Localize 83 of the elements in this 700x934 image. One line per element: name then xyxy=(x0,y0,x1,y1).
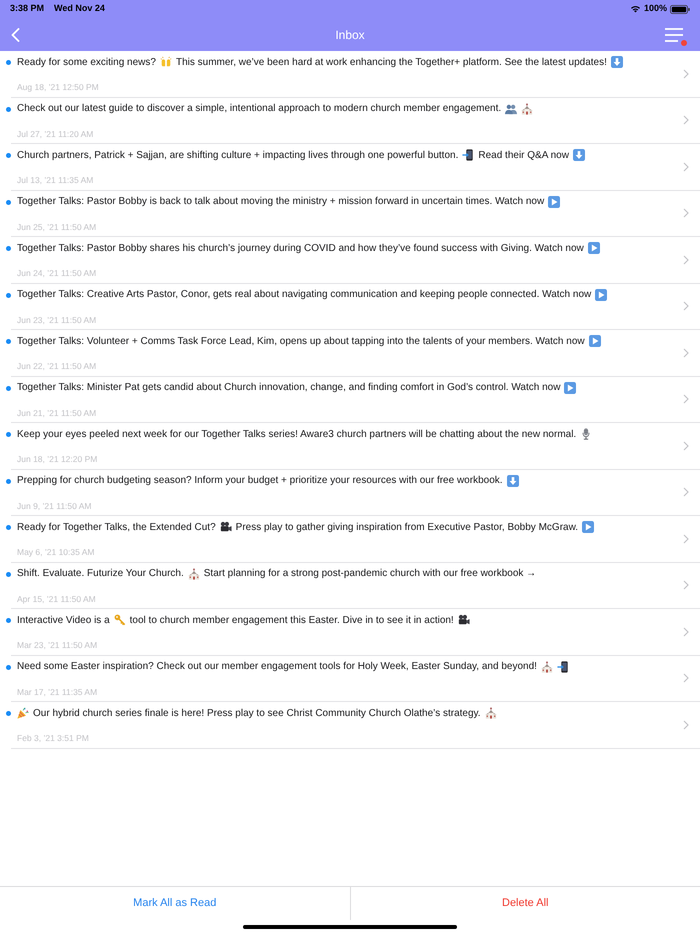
message-text: Together Talks: Pastor Bobby shares his church’s journey during COVID and how they’ve found success with Giving. Watch now xyxy=(17,242,584,256)
church-icon xyxy=(521,102,534,114)
message-text: Together Talks: Pastor Bobby is back to talk about moving the ministry + mission forward in uncertain times. Watch now xyxy=(17,195,544,209)
message-date: Jun 9, ’21 11:50 AM xyxy=(17,500,92,512)
status-date: Wed Nov 24 xyxy=(54,2,105,16)
message-text: Together Talks: Creative Arts Pastor, Conor, gets real about navigating communication and keeping people connected. Watch now xyxy=(17,288,592,302)
menu-icon xyxy=(665,28,683,42)
message-date: Jun 25, ’21 11:50 AM xyxy=(17,220,96,234)
raised-hands-icon xyxy=(160,56,172,68)
message-text: Read their Q&A now xyxy=(478,148,569,162)
message-text: Start planning for a strong post-pandemic church with our free workbook → xyxy=(204,567,536,581)
message-text: Check out our latest guide to discover a simple, intentional approach to modern church member engagement. xyxy=(17,102,502,116)
battery-percent: 100% xyxy=(644,2,667,16)
chevron-right-icon[interactable] xyxy=(683,487,689,498)
message-date: Mar 17, ’21 11:35 AM xyxy=(17,686,98,698)
church-icon xyxy=(484,707,497,719)
message-date: Jun 22, ’21 11:50 AM xyxy=(17,360,96,373)
down-arrow-icon xyxy=(572,149,585,161)
microphone-icon xyxy=(580,428,592,440)
chevron-right-icon[interactable] xyxy=(683,673,689,684)
chevron-right-icon[interactable] xyxy=(683,162,689,172)
message-date: Mar 23, ’21 11:50 AM xyxy=(17,639,98,652)
play-icon xyxy=(595,288,608,300)
message-date: Aug 18, ’21 12:50 PM xyxy=(17,81,99,94)
chevron-right-icon[interactable] xyxy=(683,68,689,79)
battery-icon xyxy=(670,4,690,14)
message-text: Shift. Evaluate. Futurize Your Church. xyxy=(17,567,184,581)
play-icon xyxy=(564,382,576,394)
message-text: Keep your eyes peeled next week for our Together Talks series! Aware3 church partners will be chatting about the new normal. xyxy=(17,428,576,442)
message-text: Press play to gather giving inspiration from Executive Pastor, Bobby McGraw. xyxy=(236,520,578,534)
church-icon xyxy=(540,660,553,672)
message-text: Need some Easter inspiration? Check out our member engagement tools for Holy Week, Easter Sunday, and beyond! xyxy=(17,660,537,674)
chevron-right-icon[interactable] xyxy=(683,580,689,590)
down-arrow-icon xyxy=(506,474,519,486)
footer-action-button[interactable]: Delete All xyxy=(350,887,700,920)
status-time: 3:38 PM xyxy=(10,2,44,16)
message-date: Jun 23, ’21 11:50 AM xyxy=(17,314,96,326)
message-text: Prepping for church budgeting season? Inform your budget + prioritize your resources with our free workbook. xyxy=(17,474,503,488)
church-icon xyxy=(188,568,200,580)
message-date: Jun 21, ’21 11:50 AM xyxy=(17,406,96,420)
nav-title: Inbox xyxy=(335,26,365,44)
message-text: Ready for Together Talks, the Extended Cut? xyxy=(17,520,216,534)
movie-camera-icon xyxy=(220,521,232,533)
message-text: Church partners, Patrick + Sajjan, are shifting culture + impacting lives through one powerful button. xyxy=(17,148,458,162)
chevron-right-icon[interactable] xyxy=(683,626,689,637)
footer-action-button[interactable]: Mark All as Read xyxy=(0,887,350,920)
message-text: Our hybrid church series finale is here! Press play to see Christ Community Church Olathe’s strategy. xyxy=(33,706,481,720)
message-date: Jul 13, ’21 11:35 AM xyxy=(17,174,94,187)
chevron-right-icon[interactable] xyxy=(683,394,689,404)
play-icon xyxy=(588,242,600,254)
message-text: Together Talks: Minister Pat gets candid about Church innovation, change, and finding comfort in God’s control. Watch now xyxy=(17,381,560,395)
wifi-icon xyxy=(630,5,641,13)
phone-arrow-icon xyxy=(556,660,569,672)
key-icon xyxy=(114,614,126,626)
menu-button[interactable] xyxy=(664,26,684,44)
chevron-right-icon[interactable] xyxy=(683,301,689,312)
message-text: Ready for some exciting news? xyxy=(17,56,156,70)
message-text: Together Talks: Volunteer + Comms Task Force Lead, Kim, opens up about tapping into the talents of your members. Watch now xyxy=(17,334,585,348)
play-icon xyxy=(548,196,560,208)
message-date: Jun 18, ’21 12:20 PM xyxy=(17,453,98,466)
people-icon xyxy=(505,102,518,114)
chevron-right-icon[interactable] xyxy=(683,115,689,126)
chevron-right-icon[interactable] xyxy=(683,534,689,544)
movie-camera-icon xyxy=(458,614,470,626)
chevron-right-icon[interactable] xyxy=(683,254,689,265)
chevron-right-icon[interactable] xyxy=(683,440,689,451)
play-icon xyxy=(582,521,594,533)
chevron-right-icon[interactable] xyxy=(683,208,689,218)
play-icon xyxy=(588,335,601,347)
message-date: Jul 27, ’21 11:20 AM xyxy=(17,128,94,140)
message-date: May 6, ’21 10:35 AM xyxy=(17,546,94,559)
message-date: Apr 15, ’21 11:50 AM xyxy=(17,592,96,606)
message-text: tool to church member engagement this Easter. Dive in to see it in action! xyxy=(130,614,454,628)
chevron-right-icon[interactable] xyxy=(683,348,689,358)
message-date: Jun 24, ’21 11:50 AM xyxy=(17,267,96,280)
back-chevron-icon xyxy=(10,28,20,42)
message-text: This summer, we’ve been hard at work enhancing the Together+ platform. See the latest updates! xyxy=(176,56,607,70)
party-popper-icon xyxy=(17,707,29,719)
message-text: Interactive Video is a xyxy=(17,614,110,628)
message-date: Feb 3, ’21 3:51 PM xyxy=(17,732,89,745)
chevron-right-icon[interactable] xyxy=(683,720,689,730)
down-arrow-icon xyxy=(610,56,623,68)
phone-arrow-icon xyxy=(462,149,474,161)
